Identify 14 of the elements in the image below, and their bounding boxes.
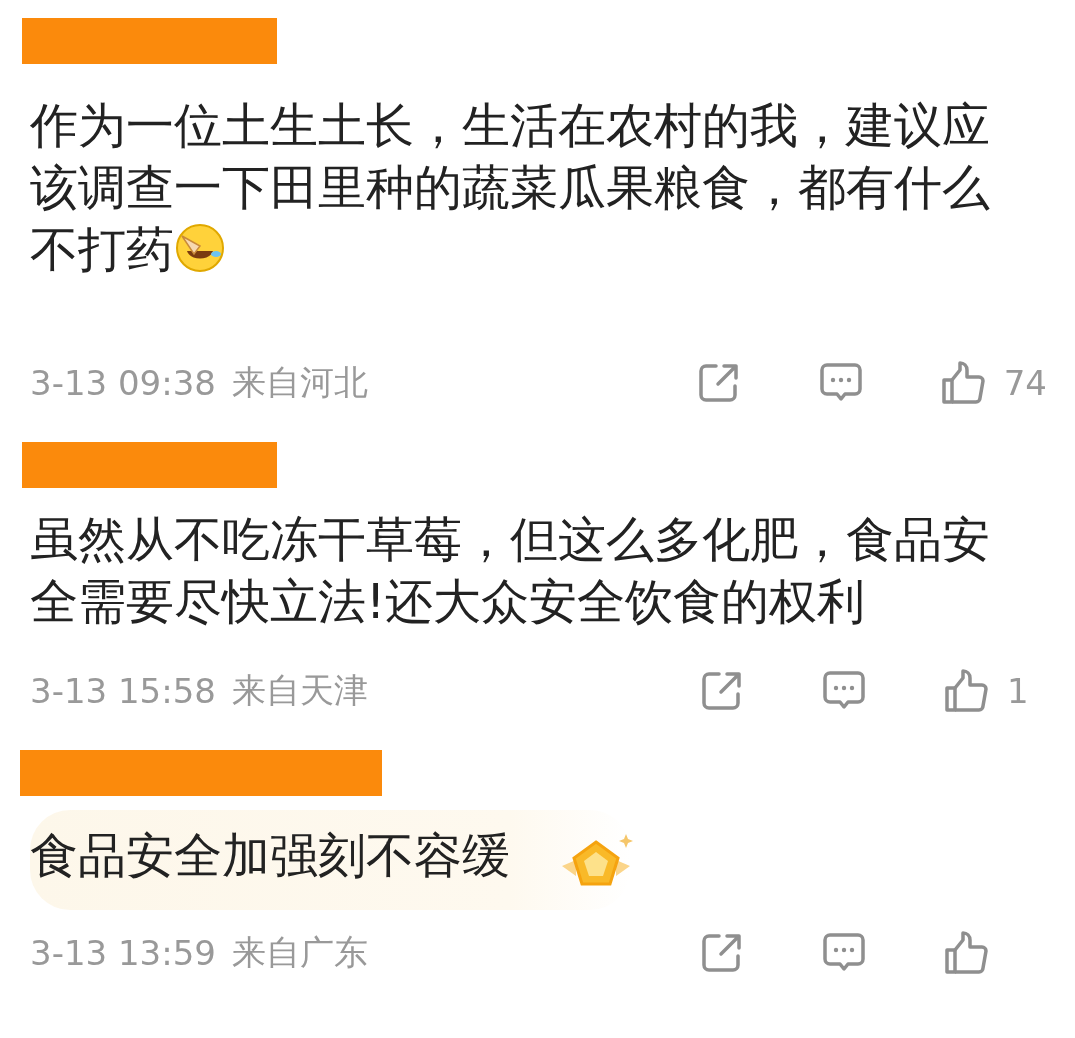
comment-location: 来自河北	[231, 361, 368, 404]
like-count: 1	[1007, 671, 1030, 711]
comment-time: 3-13 09:38	[30, 363, 216, 403]
comment-text: 虽然从不吃冻干草莓，但这么多化肥，食品安全需要尽快立法!还大众安全饮食的权利	[30, 510, 991, 631]
thumbs-up-icon[interactable]	[943, 930, 989, 976]
comment-time: 3-13 15:58	[30, 671, 216, 711]
comment-text: 食品安全加强刻不容缓	[30, 826, 510, 885]
like-count: 74	[1003, 363, 1047, 403]
thumbs-up-icon[interactable]	[939, 360, 986, 406]
thumbs-up-icon[interactable]	[943, 668, 989, 714]
comment-time: 3-13 13:59	[30, 933, 216, 973]
comment-location: 来自广东	[231, 931, 368, 974]
comment-location: 来自天津	[231, 669, 368, 712]
comment-text: 作为一位土生土长，生活在农村的我，建议应该调查一下田里种的蔬菜瓜果粮食，都有什么不打药	[30, 96, 991, 279]
